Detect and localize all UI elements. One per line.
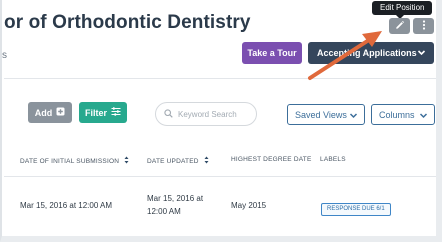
chevron-down-icon [419,111,428,122]
column-header-initial-submission[interactable]: Date of Initial Submission [20,156,129,166]
column-header-highest-degree-date[interactable]: Highest Degree Date [231,156,312,163]
columns-dropdown[interactable]: Columns [371,104,435,125]
filter-button[interactable]: Filter [79,102,127,123]
sort-icon [204,156,209,166]
table-divider [4,176,436,177]
add-button[interactable]: Add [28,102,72,123]
edit-position-button[interactable] [389,18,410,34]
page-subtitle: s [2,50,7,61]
keyword-search-input[interactable] [178,109,256,119]
columns-label: Columns [379,109,415,120]
cell-initial-submission: Mar 15, 2016 at 12:00 AM [20,201,113,210]
cell-date-updated: Mar 15, 2016 at 12:00 AM [147,192,203,218]
sliders-icon [111,107,121,118]
label-badge[interactable]: RESPONSE DUE 6/1 [321,203,391,216]
accepting-applications-dropdown[interactable]: Accepting Applications [308,42,434,64]
edit-position-tooltip: Edit Position [372,1,433,19]
sort-icon [124,156,129,166]
plus-square-icon [56,107,65,118]
cell-highest-degree-date: May 2015 [231,201,267,210]
chevron-down-icon [349,111,358,122]
header-divider [4,78,436,79]
chevron-down-icon [417,48,426,59]
app-frame: or of Orthodontic Dentistry s Edit Posit… [0,0,442,242]
add-label: Add [34,107,53,118]
column-header-label: Date of Initial Submission [20,157,120,165]
keyword-search-field[interactable] [155,102,257,126]
pencil-icon [395,17,405,35]
saved-views-label: Saved Views [295,109,347,120]
accepting-applications-label: Accepting Applications [317,48,417,58]
cell-date-updated-line1: Mar 15, 2016 at [147,194,204,203]
saved-views-dropdown[interactable]: Saved Views [287,104,365,125]
more-options-button[interactable] [413,18,434,34]
column-header-date-updated[interactable]: Date Updated [147,156,209,166]
column-header-label: Highest Degree Date [231,156,312,163]
column-header-label: Date Updated [147,157,199,165]
vertical-dots-icon [422,17,426,35]
column-header-label: Labels [320,156,346,163]
cell-date-updated-line2: 12:00 AM [147,207,181,216]
filter-label: Filter [84,107,107,118]
take-a-tour-button[interactable]: Take a Tour [242,42,302,64]
page-title: or of Orthodontic Dentistry [4,12,251,33]
search-icon [164,105,173,123]
column-header-labels[interactable]: Labels [320,156,346,163]
